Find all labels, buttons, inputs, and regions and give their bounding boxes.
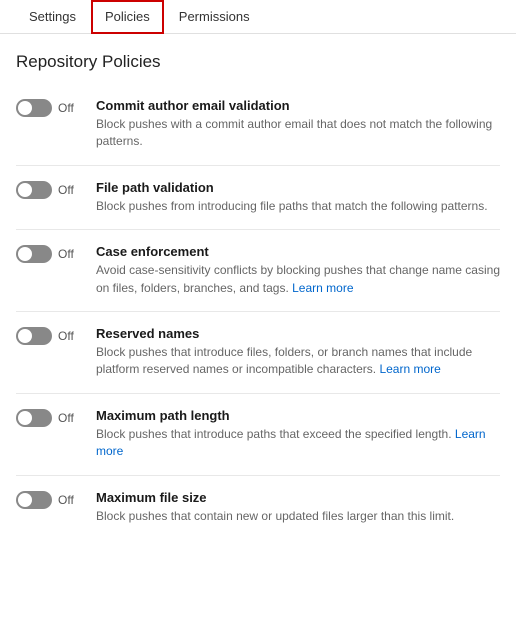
toggle-container-max-path-length: Off bbox=[16, 408, 96, 427]
nav-item-permissions-label: Permissions bbox=[179, 9, 250, 24]
toggle-container-commit-author-email: Off bbox=[16, 98, 96, 117]
toggle-label-max-path-length: Off bbox=[58, 411, 74, 425]
nav-item-permissions[interactable]: Permissions bbox=[166, 0, 263, 34]
policy-name-case-enforcement: Case enforcement bbox=[96, 244, 500, 259]
policy-desc-max-file-size: Block pushes that contain new or updated… bbox=[96, 508, 500, 525]
toggle-label-reserved-names: Off bbox=[58, 329, 74, 343]
policy-desc-reserved-names: Block pushes that introduce files, folde… bbox=[96, 344, 500, 379]
policy-name-max-path-length: Maximum path length bbox=[96, 408, 500, 423]
policy-desc-case-enforcement: Avoid case-sensitivity conflicts by bloc… bbox=[96, 262, 500, 297]
nav-item-policies[interactable]: Policies bbox=[91, 0, 164, 34]
toggle-file-path-validation[interactable] bbox=[16, 181, 52, 199]
top-nav: Settings Policies Permissions bbox=[0, 0, 516, 34]
toggle-commit-author-email[interactable] bbox=[16, 99, 52, 117]
nav-item-settings[interactable]: Settings bbox=[16, 0, 89, 34]
policy-name-max-file-size: Maximum file size bbox=[96, 490, 500, 505]
toggle-label-case-enforcement: Off bbox=[58, 247, 74, 261]
toggle-container-reserved-names: Off bbox=[16, 326, 96, 345]
policy-list: Off Commit author email validation Block p… bbox=[0, 84, 516, 539]
policy-desc-file-path-validation: Block pushes from introducing file paths… bbox=[96, 198, 500, 215]
page-title: Repository Policies bbox=[0, 34, 516, 84]
policy-desc-max-path-length: Block pushes that introduce paths that e… bbox=[96, 426, 500, 461]
policy-content-max-path-length: Maximum path length Block pushes that int… bbox=[96, 408, 500, 461]
policy-link-case-enforcement[interactable]: Learn more bbox=[292, 281, 353, 295]
policy-item-max-path-length: Off Maximum path length Block pushes that … bbox=[16, 394, 500, 476]
nav-item-settings-label: Settings bbox=[29, 9, 76, 24]
policy-item-commit-author-email: Off Commit author email validation Block p… bbox=[16, 84, 500, 166]
policy-content-file-path-validation: File path validation Block pushes from in… bbox=[96, 180, 500, 215]
nav-item-policies-label: Policies bbox=[105, 9, 150, 24]
policy-content-reserved-names: Reserved names Block pushes that introduc… bbox=[96, 326, 500, 379]
toggle-label-commit-author-email: Off bbox=[58, 101, 74, 115]
toggle-max-file-size[interactable] bbox=[16, 491, 52, 509]
policy-content-commit-author-email: Commit author email validation Block push… bbox=[96, 98, 500, 151]
policy-name-reserved-names: Reserved names bbox=[96, 326, 500, 341]
policy-item-file-path-validation: Off File path validation Block pushes from… bbox=[16, 166, 500, 230]
toggle-label-max-file-size: Off bbox=[58, 493, 74, 507]
policy-link-max-path-length[interactable]: Learn more bbox=[96, 427, 486, 458]
policy-desc-commit-author-email: Block pushes with a commit author email … bbox=[96, 116, 500, 151]
toggle-container-case-enforcement: Off bbox=[16, 244, 96, 263]
policy-item-case-enforcement: Off Case enforcement Avoid case-sensitivit… bbox=[16, 230, 500, 312]
toggle-reserved-names[interactable] bbox=[16, 327, 52, 345]
policy-item-max-file-size: Off Maximum file size Block pushes that co… bbox=[16, 476, 500, 539]
policy-link-reserved-names[interactable]: Learn more bbox=[379, 362, 440, 376]
policy-item-reserved-names: Off Reserved names Block pushes that intro… bbox=[16, 312, 500, 394]
policy-name-file-path-validation: File path validation bbox=[96, 180, 500, 195]
toggle-max-path-length[interactable] bbox=[16, 409, 52, 427]
toggle-label-file-path-validation: Off bbox=[58, 183, 74, 197]
policy-content-case-enforcement: Case enforcement Avoid case-sensitivity c… bbox=[96, 244, 500, 297]
policy-content-max-file-size: Maximum file size Block pushes that conta… bbox=[96, 490, 500, 525]
toggle-container-file-path-validation: Off bbox=[16, 180, 96, 199]
toggle-container-max-file-size: Off bbox=[16, 490, 96, 509]
toggle-case-enforcement[interactable] bbox=[16, 245, 52, 263]
policy-name-commit-author-email: Commit author email validation bbox=[96, 98, 500, 113]
